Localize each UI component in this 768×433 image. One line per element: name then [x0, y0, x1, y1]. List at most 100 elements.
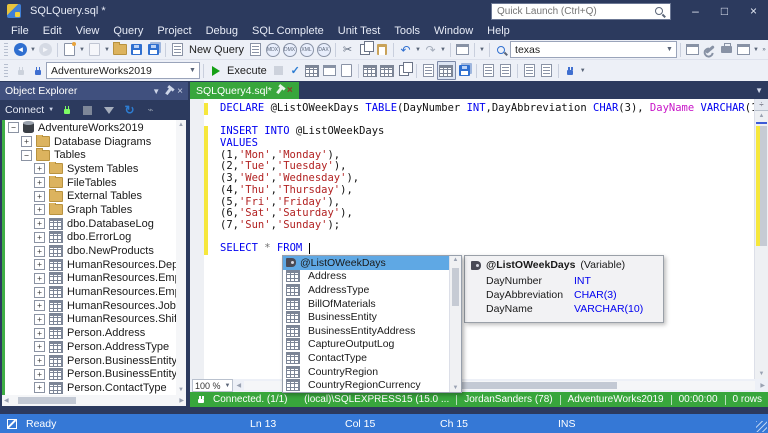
- tree-item-graph-tables[interactable]: +Graph Tables: [6, 203, 176, 217]
- splitter-handle[interactable]: ÷: [755, 99, 768, 111]
- cut-icon[interactable]: ✂: [339, 41, 356, 58]
- editor-vertical-scrollbar[interactable]: ÷ ▲ ▼: [754, 99, 768, 379]
- tree-horizontal-scrollbar[interactable]: ◀ ▶: [2, 395, 186, 406]
- close-icon[interactable]: ×: [287, 85, 293, 96]
- menu-debug[interactable]: Debug: [199, 25, 245, 37]
- execute-button[interactable]: Execute: [227, 65, 267, 77]
- scroll-down-icon[interactable]: ▼: [450, 385, 461, 391]
- expander-icon[interactable]: +: [34, 287, 45, 298]
- expander-icon[interactable]: +: [34, 314, 45, 325]
- scroll-up-icon[interactable]: ▲: [450, 257, 461, 263]
- code-line-13[interactable]: SELECT * FROM: [190, 243, 754, 255]
- completion-item-countryregioncurrency[interactable]: CountryRegionCurrency: [283, 378, 450, 392]
- redo-caret-icon[interactable]: ▼: [439, 47, 447, 53]
- menu-file[interactable]: File: [4, 25, 36, 37]
- menu-window[interactable]: Window: [427, 25, 480, 37]
- tree-item-external-tables[interactable]: +External Tables: [6, 189, 176, 203]
- increase-indent-icon[interactable]: [538, 62, 555, 79]
- search-combobox[interactable]: texas ▼: [510, 41, 677, 58]
- display-estimated-plan-icon[interactable]: [304, 62, 321, 79]
- menu-unit-test[interactable]: Unit Test: [331, 25, 388, 37]
- parse-icon[interactable]: ✓: [287, 62, 304, 79]
- code-line-11[interactable]: (7,'Sun','Sunday');: [190, 220, 754, 232]
- scroll-up-icon[interactable]: ▲: [178, 122, 184, 128]
- expander-icon[interactable]: +: [34, 204, 45, 215]
- activity-monitor-icon[interactable]: ⌁: [142, 102, 159, 119]
- code-line-3[interactable]: INSERT INTO @ListOWeekDays: [190, 126, 754, 138]
- expander-icon[interactable]: +: [34, 232, 45, 243]
- tree-item-person-businessentitya[interactable]: +Person.BusinessEntityA: [6, 367, 176, 381]
- menu-edit[interactable]: Edit: [36, 25, 69, 37]
- expander-icon[interactable]: +: [34, 300, 45, 311]
- xmla-query-icon[interactable]: XML: [298, 41, 315, 58]
- tree-item-person-address[interactable]: +Person.Address: [6, 326, 176, 340]
- completion-item-countryregion[interactable]: CountryRegion: [283, 365, 450, 379]
- save-icon[interactable]: [128, 41, 145, 58]
- scroll-down-icon[interactable]: ▼: [755, 369, 768, 379]
- sqlcmd-mode-icon[interactable]: [562, 62, 579, 79]
- completion-item-businessentityaddress[interactable]: BusinessEntityAddress: [283, 324, 450, 338]
- query-options-icon[interactable]: [321, 62, 338, 79]
- menu-query[interactable]: Query: [106, 25, 150, 37]
- new-query-button[interactable]: New Query: [189, 44, 244, 56]
- scrollbar-thumb[interactable]: [452, 268, 459, 306]
- dax-query-icon[interactable]: DAX: [315, 41, 332, 58]
- navigate-back-caret-icon[interactable]: ▼: [29, 47, 37, 53]
- undo-caret-icon[interactable]: ▼: [414, 47, 422, 53]
- window-position-caret-icon[interactable]: ▼: [152, 87, 160, 96]
- expander-icon[interactable]: +: [34, 273, 45, 284]
- toolbar-overflow-icon[interactable]: »: [760, 47, 768, 53]
- expander-icon[interactable]: +: [34, 246, 45, 257]
- completion-item-address[interactable]: Address: [283, 270, 450, 284]
- new-query-icon[interactable]: [169, 41, 186, 58]
- expander-icon[interactable]: +: [34, 369, 45, 380]
- scroll-right-icon[interactable]: ▶: [757, 382, 768, 389]
- code-line-1[interactable]: DECLARE @ListOWeekDays TABLE(DayNumber I…: [190, 103, 754, 115]
- pin-icon[interactable]: [165, 87, 172, 94]
- new-item-icon[interactable]: [61, 41, 78, 58]
- scroll-left-icon[interactable]: ◀: [4, 397, 9, 404]
- uncomment-icon[interactable]: [497, 62, 514, 79]
- menu-help[interactable]: Help: [480, 25, 517, 37]
- scroll-down-icon[interactable]: ▼: [178, 387, 184, 393]
- chevron-down-icon[interactable]: ▼: [225, 383, 231, 389]
- database-engine-query-icon[interactable]: [247, 41, 264, 58]
- tree-item-humanresources-jobc[interactable]: +HumanResources.JobC: [6, 299, 176, 313]
- connect-caret-icon[interactable]: ▼: [48, 107, 54, 113]
- copy-icon[interactable]: [356, 41, 373, 58]
- chevron-down-icon[interactable]: ▼: [186, 67, 199, 74]
- tree-item-humanresources-shift[interactable]: +HumanResources.Shift: [6, 313, 176, 327]
- tree-item-person-businessentity[interactable]: +Person.BusinessEntity: [6, 354, 176, 368]
- expander-icon[interactable]: +: [34, 191, 45, 202]
- tree-item-person-contacttype[interactable]: +Person.ContactType: [6, 381, 176, 395]
- expander-icon[interactable]: +: [34, 382, 45, 393]
- paste-icon[interactable]: [373, 41, 390, 58]
- navigate-object-icon[interactable]: [684, 41, 701, 58]
- minimize-button[interactable]: –: [681, 0, 710, 22]
- tree-item-filetables[interactable]: +FileTables: [6, 176, 176, 190]
- find-icon[interactable]: [493, 41, 510, 58]
- menu-project[interactable]: Project: [150, 25, 198, 37]
- add-item-icon[interactable]: [86, 41, 103, 58]
- wrench-icon[interactable]: [701, 41, 718, 58]
- tree-item-dbo-errorlog[interactable]: +dbo.ErrorLog: [6, 231, 176, 245]
- expander-icon[interactable]: +: [34, 355, 45, 366]
- tree-item-person-addresstype[interactable]: +Person.AddressType: [6, 340, 176, 354]
- toolbox-icon[interactable]: [718, 41, 735, 58]
- stop-icon[interactable]: [79, 102, 96, 119]
- refresh-icon[interactable]: ↻: [121, 102, 138, 119]
- chevron-down-icon[interactable]: ▼: [663, 46, 676, 53]
- document-list-caret-icon[interactable]: ▼: [755, 86, 763, 95]
- toolbar-grip[interactable]: [4, 64, 8, 77]
- live-query-stats-icon[interactable]: [379, 62, 396, 79]
- scrollbar-thumb[interactable]: [760, 126, 767, 246]
- add-item-caret-icon[interactable]: ▼: [103, 47, 111, 53]
- completion-item-businessentity[interactable]: BusinessEntity: [283, 310, 450, 324]
- dmx-query-icon[interactable]: DMX: [281, 41, 298, 58]
- new-item-caret-icon[interactable]: ▼: [78, 47, 86, 53]
- tree-item-tables[interactable]: −Tables: [6, 148, 176, 162]
- connect-button[interactable]: Connect: [5, 104, 44, 116]
- database-selector[interactable]: AdventureWorks2019 ▼: [46, 62, 200, 79]
- tree-item-humanresources-emp[interactable]: +HumanResources.Emp: [6, 272, 176, 286]
- tree-item-humanresources-emp[interactable]: +HumanResources.Emp: [6, 285, 176, 299]
